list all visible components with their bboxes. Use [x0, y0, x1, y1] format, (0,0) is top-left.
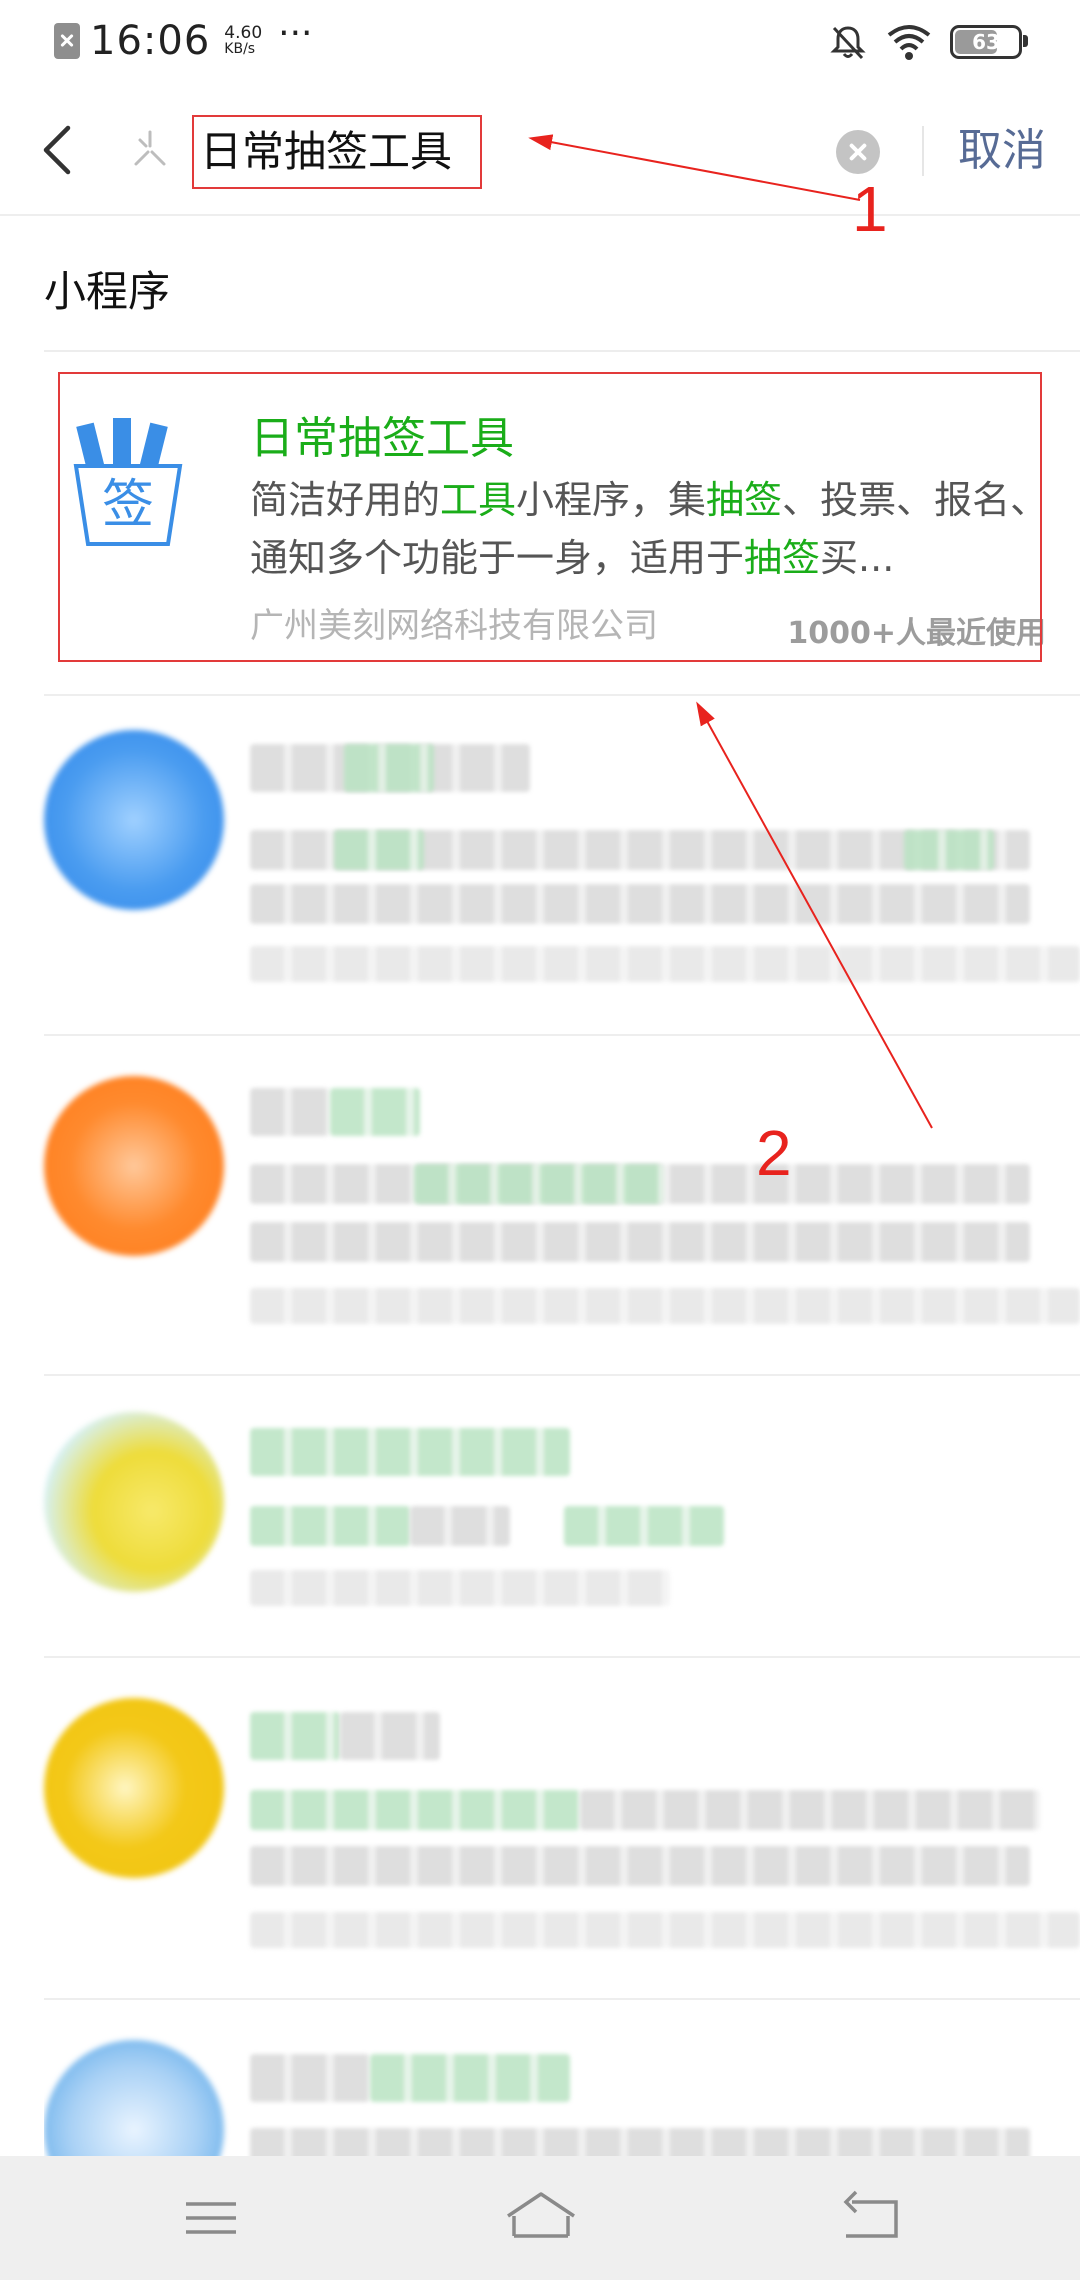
blurred-desc-highlight: [414, 1164, 664, 1204]
mini-program-result-blurred[interactable]: [44, 1060, 1080, 1360]
blurred-desc-highlight: [904, 830, 994, 870]
blurred-desc-highlight: [564, 1506, 724, 1546]
search-input[interactable]: 日常抽签工具: [192, 115, 482, 189]
blurred-desc-line: [250, 1222, 1030, 1262]
mini-program-result-blurred[interactable]: [44, 2024, 1044, 2156]
menu-nav-icon[interactable]: [166, 2186, 256, 2250]
desc-part: 买...: [820, 536, 895, 580]
status-bar: 16:06 4.60 KB/s ··· 63: [0, 0, 1080, 88]
back-nav-icon[interactable]: [826, 2186, 916, 2250]
desc-highlight: 抽签: [706, 478, 783, 522]
blurred-app-icon: [44, 1698, 224, 1878]
mini-program-result-blurred[interactable]: [44, 1682, 1080, 1982]
header-divider: [922, 126, 924, 176]
result-usage-count: 1000+人最近使用: [787, 616, 1046, 651]
lottery-app-icon: 签: [73, 418, 183, 546]
status-time: 16:06: [90, 18, 211, 64]
mini-program-result[interactable]: 签 日常抽签工具 简洁好用的工具小程序，集抽签、投票、报名、通知多个功能于一身，…: [44, 372, 1048, 662]
desc-part: 小程序，集: [516, 478, 707, 522]
more-notifications-icon: ···: [278, 12, 313, 54]
back-button[interactable]: [28, 118, 88, 182]
blurred-title-highlight: [250, 1712, 340, 1760]
blurred-title-highlight: [330, 1088, 420, 1136]
blurred-desc-line: [250, 884, 1030, 924]
item-divider: [44, 1034, 1080, 1036]
blurred-desc-highlight: [250, 1790, 580, 1830]
blurred-title: [250, 1088, 330, 1136]
blurred-desc-line: [250, 1846, 1030, 1886]
clear-search-button[interactable]: [836, 130, 880, 174]
network-speed: 4.60 KB/s: [224, 23, 263, 58]
blurred-company-line: [250, 1570, 670, 1606]
blurred-app-icon: [44, 730, 224, 910]
result-title: 日常抽签工具: [250, 413, 514, 464]
blurred-app-icon: [44, 2040, 224, 2156]
blurred-company-line: [250, 946, 1080, 982]
result-company: 广州美刻网络科技有限公司: [250, 606, 658, 646]
wifi-icon: [887, 25, 931, 60]
mini-program-icon: [134, 130, 166, 166]
mini-program-result-blurred[interactable]: [44, 720, 1080, 1020]
status-bar-right: 63: [828, 22, 1028, 62]
blurred-title-highlight: [370, 2054, 570, 2102]
annotation-label-2: 2: [756, 1117, 792, 1189]
battery-level: 63: [972, 30, 1000, 54]
blurred-desc-highlight: [334, 830, 424, 870]
result-description: 简洁好用的工具小程序，集抽签、投票、报名、通知多个功能于一身，适用于抽签买...: [250, 471, 1080, 587]
blurred-desc-line: [250, 2128, 1030, 2156]
item-divider: [44, 1374, 1080, 1376]
item-divider: [44, 1656, 1080, 1658]
mini-program-result-blurred[interactable]: [44, 1400, 1044, 1640]
item-divider: [44, 1998, 1080, 2000]
blurred-desc-highlight: [250, 1506, 410, 1546]
cancel-button[interactable]: 取消: [958, 116, 1046, 186]
battery-icon: 63: [950, 25, 1028, 59]
blurred-title: [250, 2054, 370, 2102]
blurred-company-line: [250, 1288, 1080, 1324]
blurred-company-line: [250, 1912, 1080, 1948]
system-nav-bar: [0, 2156, 1080, 2280]
desc-part: 简洁好用的: [250, 478, 441, 522]
desc-highlight: 工具: [440, 478, 517, 522]
item-divider: [44, 694, 1080, 696]
status-bar-left: 16:06 4.60 KB/s ···: [54, 13, 312, 64]
blurred-app-icon: [44, 1076, 224, 1256]
blurred-title: [340, 1712, 440, 1760]
bell-off-icon: [830, 26, 866, 60]
search-header: 日常抽签工具 取消: [0, 88, 1080, 216]
notification-close-icon: [54, 23, 80, 59]
blurred-title-highlight: [344, 744, 434, 792]
desc-highlight: 抽签: [744, 536, 821, 580]
network-speed-unit: KB/s: [224, 41, 256, 57]
blurred-app-icon: [44, 1412, 224, 1592]
home-nav-icon[interactable]: [496, 2186, 586, 2250]
blurred-desc-line: [410, 1506, 510, 1546]
section-title: 小程序: [44, 267, 171, 316]
section-divider: [44, 350, 1080, 352]
blurred-title-highlight: [250, 1428, 570, 1476]
search-results-screen: 16:06 4.60 KB/s ··· 63 日常抽签工具 取消 小程序 签 日…: [0, 0, 1080, 2280]
blurred-desc-line: [580, 1790, 1040, 1830]
annotation-label-1: 1: [852, 173, 888, 245]
network-speed-value: 4.60: [224, 23, 263, 43]
app-icon-glyph: 签: [102, 475, 154, 535]
